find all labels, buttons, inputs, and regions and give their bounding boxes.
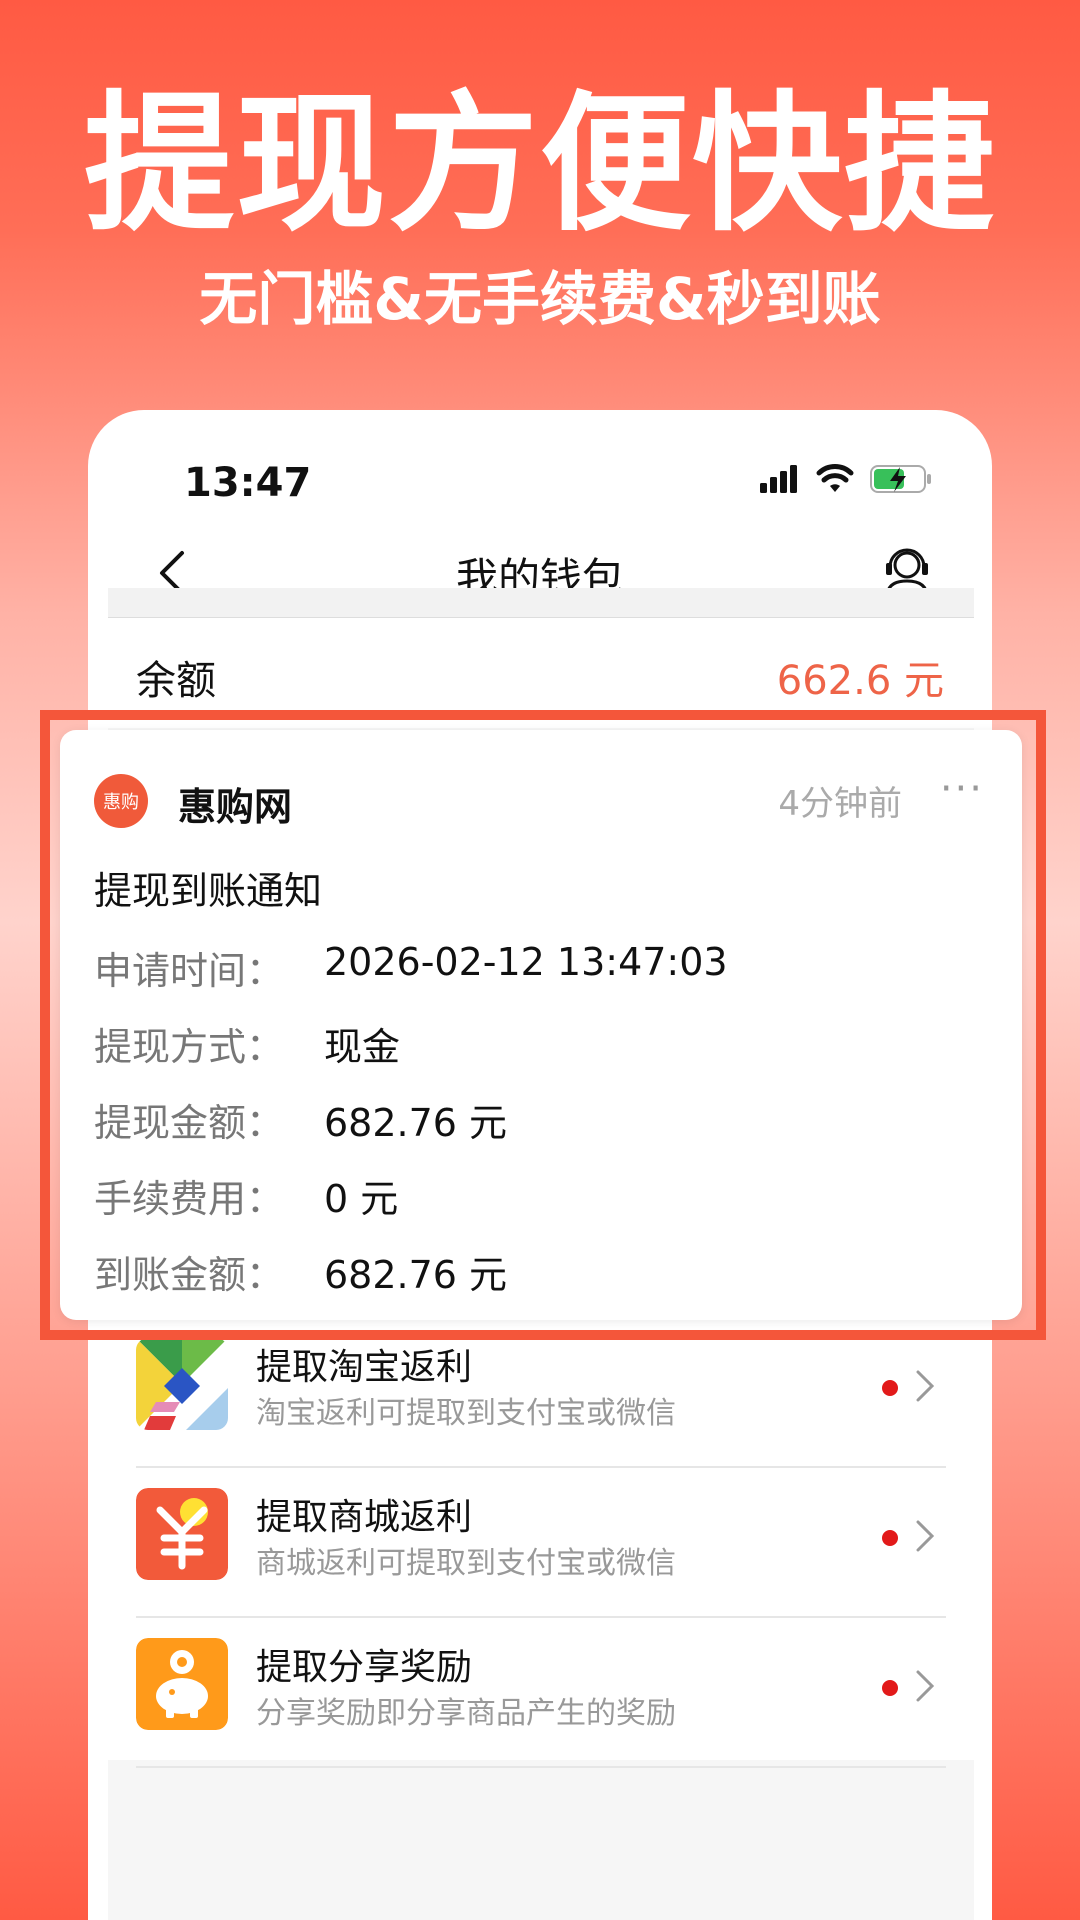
notification-time: 4分钟前 xyxy=(778,784,902,824)
status-bar: 13:47 xyxy=(88,460,992,520)
field-withdraw-method: 提现方式： 现金 xyxy=(94,1016,994,1069)
list-item-title: 提取商城返利 xyxy=(256,1497,473,1538)
unread-dot xyxy=(882,1680,898,1696)
withdraw-options-list: 提取淘宝返利 淘宝返利可提取到支付宝或微信 提取商城返利 商城返利可提取到支付宝… xyxy=(108,1318,974,1768)
divider xyxy=(136,1766,946,1768)
field-apply-time: 申请时间： 2026-02-12 13:47:03 xyxy=(94,940,994,993)
list-item-subtitle: 淘宝返利可提取到支付宝或微信 xyxy=(256,1396,676,1431)
taobao-icon xyxy=(136,1338,228,1430)
list-item-title: 提取分享奖励 xyxy=(256,1647,473,1688)
field-withdraw-amount: 提现金额： 682.76 元 xyxy=(94,1092,994,1145)
app-logo-icon: 惠购 xyxy=(94,774,148,828)
status-icons xyxy=(760,464,932,494)
field-label: 手续费用： xyxy=(94,1177,285,1221)
field-value: 682.76 元 xyxy=(324,1101,508,1145)
list-item-subtitle: 商城返利可提取到支付宝或微信 xyxy=(256,1546,676,1581)
field-value: 2026-02-12 13:47:03 xyxy=(324,940,728,984)
notification-app-name: 惠购网 xyxy=(178,785,293,829)
field-label: 到账金额： xyxy=(94,1253,285,1297)
promo-headline: 提现方便快捷 xyxy=(83,78,996,252)
balance-label: 余额 xyxy=(136,658,216,704)
promo-subheadline: 无门槛&无手续费&秒到账 xyxy=(199,265,881,333)
list-item-share-reward[interactable]: 提取分享奖励 分享奖励即分享商品产生的奖励 xyxy=(108,1618,974,1768)
withdrawal-notification-card[interactable]: 惠购 惠购网 4分钟前 ··· 提现到账通知 申请时间： 2026-02-12 … xyxy=(60,730,1022,1320)
list-item-title: 提取淘宝返利 xyxy=(256,1347,473,1388)
more-options-icon[interactable]: ··· xyxy=(940,766,984,812)
signal-icon xyxy=(760,465,797,493)
notification-title: 提现到账通知 xyxy=(94,869,323,913)
withdrawal-notification-highlight: 惠购 惠购网 4分钟前 ··· 提现到账通知 申请时间： 2026-02-12 … xyxy=(40,710,1046,1340)
yuan-icon xyxy=(136,1488,228,1580)
field-label: 申请时间： xyxy=(94,949,285,993)
field-value: 0 元 xyxy=(324,1177,399,1221)
list-item-taobao-rebate[interactable]: 提取淘宝返利 淘宝返利可提取到支付宝或微信 xyxy=(108,1318,974,1468)
unread-dot xyxy=(882,1380,898,1396)
field-received-amount: 到账金额： 682.76 元 xyxy=(94,1244,994,1297)
field-label: 提现方式： xyxy=(94,1025,285,1069)
wifi-icon xyxy=(816,464,854,492)
list-item-subtitle: 分享奖励即分享商品产生的奖励 xyxy=(256,1696,676,1731)
balance-value: 662.6 元 xyxy=(776,658,944,704)
status-time: 13:47 xyxy=(184,460,312,506)
field-fee: 手续费用： 0 元 xyxy=(94,1168,994,1221)
field-label: 提现金额： xyxy=(94,1101,285,1145)
divider-strip xyxy=(108,588,974,618)
chevron-right-icon xyxy=(916,1370,935,1402)
unread-dot xyxy=(882,1530,898,1546)
chevron-right-icon xyxy=(916,1670,935,1702)
field-value: 现金 xyxy=(324,1025,401,1069)
battery-charging-icon xyxy=(870,465,931,493)
chevron-right-icon xyxy=(916,1520,935,1552)
piggy-bank-icon xyxy=(136,1638,228,1730)
list-item-mall-rebate[interactable]: 提取商城返利 商城返利可提取到支付宝或微信 xyxy=(108,1468,974,1618)
field-value: 682.76 元 xyxy=(324,1253,508,1297)
